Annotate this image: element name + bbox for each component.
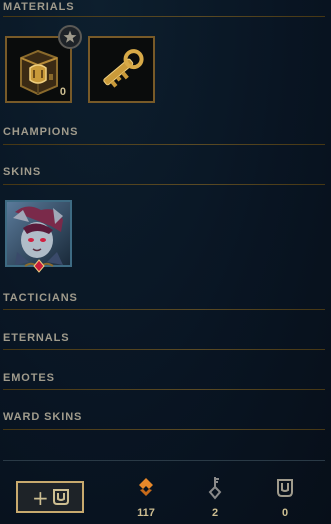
- add-chest-button[interactable]: +: [16, 481, 84, 513]
- section-title-tacticians: TACTICIANS: [3, 292, 78, 304]
- section-divider: [3, 16, 325, 17]
- hextech-key-icon: [90, 38, 153, 101]
- section-divider: [3, 389, 325, 390]
- skin-rarity-gem-icon: [24, 259, 54, 273]
- material-hextech-key[interactable]: [88, 36, 155, 103]
- section-divider: [3, 309, 325, 310]
- skin-portrait-icon: [7, 202, 70, 265]
- section-divider: [3, 144, 325, 145]
- orange-essence-icon: [139, 478, 153, 496]
- material-count: 0: [59, 86, 66, 98]
- key-fragment-icon: [208, 477, 222, 500]
- section-divider: [3, 349, 325, 350]
- orange-essence-value: 117: [137, 507, 155, 519]
- section-title-emotes: EMOTES: [3, 372, 55, 384]
- section-title-skins: SKINS: [3, 166, 42, 178]
- section-divider: [3, 184, 325, 185]
- star-badge: [58, 25, 82, 49]
- section-title-ward-skins: WARD SKINS: [3, 411, 83, 423]
- chest-icon: [53, 489, 69, 505]
- add-label: +: [32, 486, 49, 510]
- chest-currency-icon: [277, 479, 293, 497]
- star-icon: [63, 30, 77, 43]
- chest-currency-value: 0: [281, 507, 289, 519]
- footer-divider: [3, 460, 325, 461]
- section-title-eternals: ETERNALS: [3, 332, 70, 344]
- section-divider: [3, 429, 325, 430]
- skin-item[interactable]: [5, 200, 72, 267]
- section-title-champions: CHAMPIONS: [3, 126, 79, 138]
- key-fragment-value: 2: [211, 507, 219, 519]
- section-title-materials: MATERIALS: [3, 1, 75, 13]
